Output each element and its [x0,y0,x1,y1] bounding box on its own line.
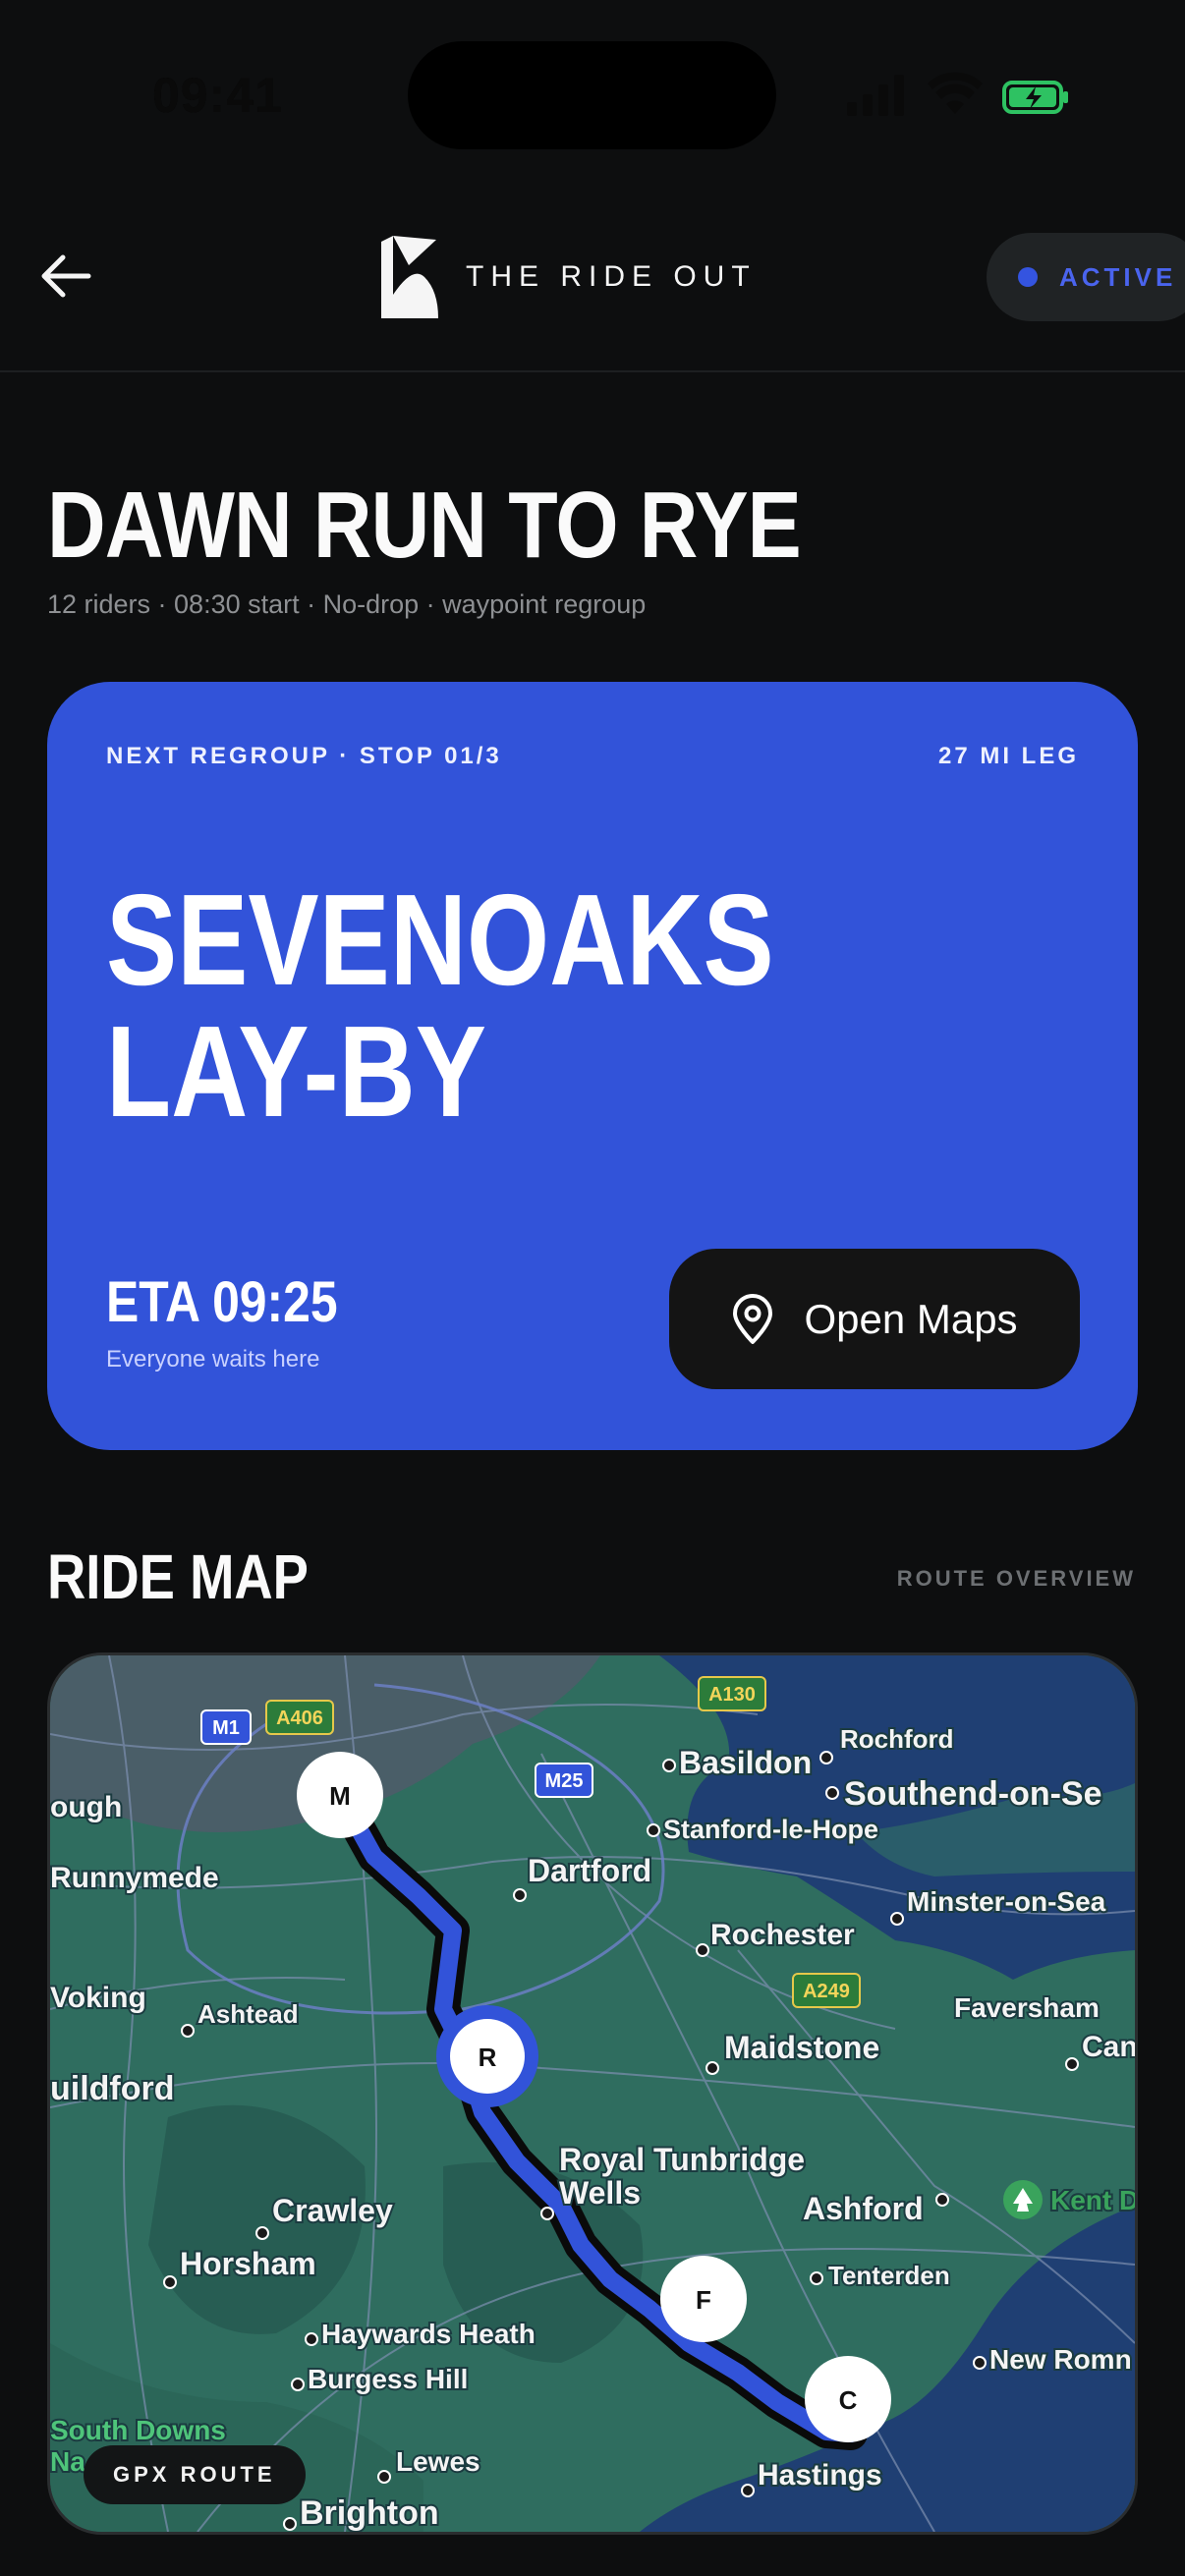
stop-name-line-1: SEVENOAKS [106,868,774,1012]
back-arrow-icon[interactable] [37,248,94,305]
ride-status-pill[interactable]: ACTIVE [987,233,1185,321]
place-hastings: Hastings [758,2459,882,2492]
ride-subtitle: 12 riders · 08:30 start · No-drop · wayp… [47,589,647,619]
place-southend: Southend-on-Se [844,1775,1102,1813]
status-label: ACTIVE [1059,261,1177,292]
marker-f[interactable]: F [696,2285,711,2315]
marker-r[interactable]: R [479,2043,497,2072]
leg-distance: 27 MI LEG [937,743,1079,769]
dynamic-island [408,41,776,149]
road-label-m25: M25 [545,1770,584,1792]
brand-name: THE RIDE OUT [466,260,757,293]
place-burgess-hill: Burgess Hill [308,2364,468,2394]
road-label-a406: A406 [276,1708,323,1729]
status-dot-icon [1018,267,1038,287]
map-pin-icon [733,1293,773,1344]
place-na: Na [50,2446,85,2477]
place-stanford-le-hope: Stanford-le-Hope [663,1815,878,1844]
place-rochester: Rochester [710,1919,855,1951]
open-maps-button[interactable]: Open Maps [669,1249,1080,1389]
gpx-route-label: GPX ROUTE [113,2462,276,2487]
place-horsham: Horsham [180,2246,316,2281]
place-dartford: Dartford [528,1853,651,1888]
place-tenterden: Tenterden [828,2261,950,2290]
eta-note: Everyone waits here [106,1346,320,1372]
place-new-romney: New Romn [989,2344,1132,2375]
place-brighton: Brighton [300,2494,439,2532]
place-lewes: Lewes [396,2446,480,2477]
place-royal-tunbridge: Royal Tunbridge [559,2142,805,2177]
regroup-stop-name: SEVENOAKS LAY-BY [106,874,774,1138]
open-maps-label: Open Maps [804,1295,1018,1342]
place-faversham: Faversham [954,1992,1100,2023]
place-south-downs: South Downs [50,2415,226,2445]
ride-map-title: RIDE MAP [47,1541,309,1612]
marker-c[interactable]: C [839,2385,858,2415]
place-ashtead: Ashtead [198,1999,299,2029]
status-time: 09:41 [152,68,283,123]
place-guildford: uildford [50,2070,175,2107]
road-label-a130: A130 [708,1684,756,1706]
brand-logo: THE RIDE OUT [379,236,757,318]
place-ough: ough [50,1791,122,1823]
battery-charging-icon [1002,81,1068,114]
ride-map[interactable]: M1 A406 A130 M25 A249 Basildon Rochford [47,1652,1138,2535]
road-label-m1: M1 [212,1717,240,1739]
ride-out-logo-icon [381,236,438,318]
regroup-kicker: NEXT REGROUP · STOP 01/3 [106,743,502,769]
place-maidstone: Maidstone [724,2030,879,2065]
place-wells: Wells [559,2175,641,2211]
place-basildon: Basildon [679,1745,812,1780]
next-regroup-card: NEXT REGROUP · STOP 01/3 27 MI LEG SEVEN… [47,682,1138,1450]
place-voking: Voking [50,1982,146,2014]
place-crawley: Crawley [272,2193,393,2228]
place-runnymede: Runnymede [50,1862,219,1894]
gpx-route-badge[interactable]: GPX ROUTE [84,2445,306,2504]
place-kent-downs: Kent D [1050,2185,1135,2215]
header-divider [0,370,1185,372]
place-rochford: Rochford [840,1724,954,1754]
stop-name-line-2: LAY-BY [106,999,486,1144]
route-overview-label[interactable]: ROUTE OVERVIEW [897,1566,1136,1592]
place-ashford: Ashford [803,2191,924,2226]
eta-value: ETA 09:25 [106,1270,338,1334]
wifi-icon [928,72,983,114]
place-haywards-heath: Haywards Heath [321,2319,536,2349]
signal-icon [847,73,906,116]
place-minster-on-sea: Minster-on-Sea [907,1886,1106,1917]
road-label-a249: A249 [803,1981,850,2002]
ride-title: DAWN RUN TO RYE [47,473,802,578]
marker-m[interactable]: M [329,1781,351,1811]
place-canterbury: Can [1082,2031,1135,2063]
